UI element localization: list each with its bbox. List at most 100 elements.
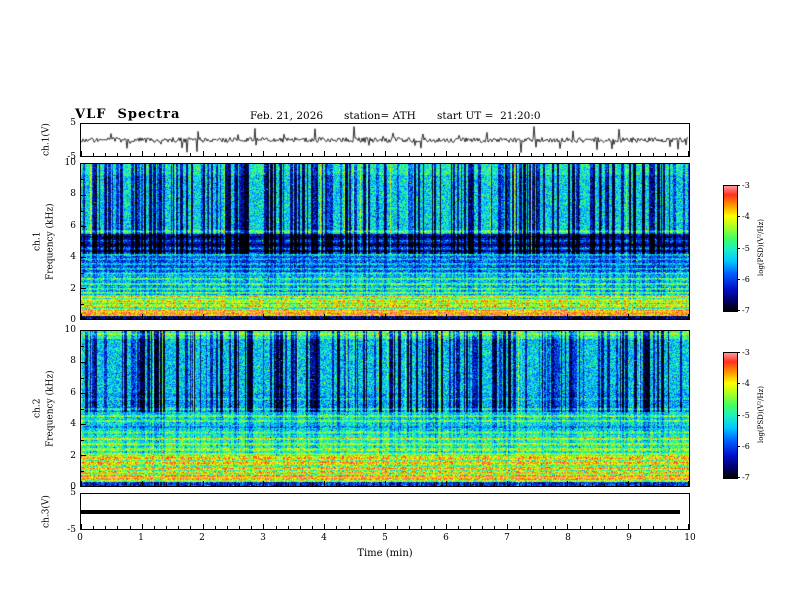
- tick-mark: [239, 483, 240, 486]
- tick-mark: [166, 526, 167, 529]
- plot-title: VLF Spectra: [75, 107, 181, 122]
- tick-mark: [349, 316, 350, 319]
- station-label: station= ATH: [344, 110, 416, 122]
- tick-mark: [640, 316, 641, 319]
- tick-mark: [93, 526, 94, 529]
- x-tick-label: 7: [504, 533, 510, 543]
- tick-mark: [482, 526, 483, 529]
- ch2-frequency-axis-label: Frequency (kHz): [45, 370, 56, 447]
- tick-mark: [361, 153, 362, 156]
- tick-mark: [166, 316, 167, 319]
- tick-mark: [239, 316, 240, 319]
- tick-mark: [142, 151, 143, 156]
- tick-mark: [81, 409, 84, 410]
- tick-mark: [263, 314, 264, 319]
- x-tick-label: 8: [565, 533, 571, 543]
- tick-mark: [215, 483, 216, 486]
- tick-mark: [434, 526, 435, 529]
- colorbar-tick-mark: [737, 477, 740, 478]
- tick-mark: [81, 440, 84, 441]
- tick-mark: [81, 257, 86, 258]
- x-tick-label: 4: [321, 533, 327, 543]
- tick-mark: [288, 316, 289, 319]
- tick-mark: [567, 314, 568, 319]
- ch1-frequency-axis-label: Frequency (kHz): [45, 203, 56, 280]
- tick-mark: [81, 226, 86, 227]
- tick-mark: [604, 483, 605, 486]
- colorbar-tick-label: -3: [742, 348, 750, 357]
- tick-mark: [519, 526, 520, 529]
- tick-mark: [117, 526, 118, 529]
- tick-mark: [312, 316, 313, 319]
- tick-mark: [373, 526, 374, 529]
- tick-mark: [81, 362, 86, 363]
- tick-mark: [130, 153, 131, 156]
- tick-mark: [105, 153, 106, 156]
- tick-mark: [665, 526, 666, 529]
- tick-mark: [604, 316, 605, 319]
- tick-mark: [81, 273, 84, 274]
- x-tick-label: 5: [382, 533, 388, 543]
- tick-mark: [543, 526, 544, 529]
- ch1-spectrogram-panel: [80, 163, 690, 320]
- tick-mark: [628, 481, 629, 486]
- tick-mark: [531, 153, 532, 156]
- tick-mark: [130, 483, 131, 486]
- tick-mark: [190, 526, 191, 529]
- tick-mark: [482, 153, 483, 156]
- ch1-waveform-panel: [80, 123, 690, 157]
- ch3-flat-signal-line: [81, 510, 680, 514]
- tick-mark: [190, 316, 191, 319]
- ch2-frequency-tick-label: 2: [70, 451, 76, 461]
- colorbar-tick-mark: [737, 279, 740, 280]
- tick-mark: [215, 153, 216, 156]
- tick-mark: [81, 211, 84, 212]
- tick-mark: [263, 151, 264, 156]
- tick-mark: [519, 153, 520, 156]
- tick-mark: [324, 314, 325, 319]
- tick-mark: [628, 314, 629, 319]
- tick-mark: [361, 526, 362, 529]
- tick-mark: [276, 316, 277, 319]
- x-tick-label: 0: [77, 533, 83, 543]
- colorbar-tick-label: -5: [742, 244, 750, 253]
- ch1-spectrogram-canvas: [81, 164, 689, 319]
- tick-mark: [507, 524, 508, 529]
- colorbar-tick-mark: [737, 248, 740, 249]
- ch3-waveform-panel: [80, 493, 690, 530]
- tick-mark: [190, 153, 191, 156]
- tick-mark: [178, 483, 179, 486]
- tick-mark: [300, 153, 301, 156]
- tick-mark: [421, 526, 422, 529]
- tick-mark: [397, 483, 398, 486]
- tick-mark: [81, 393, 86, 394]
- tick-mark: [482, 316, 483, 319]
- tick-mark: [288, 526, 289, 529]
- tick-mark: [616, 316, 617, 319]
- tick-mark: [640, 526, 641, 529]
- tick-mark: [446, 314, 447, 319]
- ch2-frequency-tick-label: 6: [70, 388, 76, 398]
- vlf-spectra-page: VLF Spectra Feb. 21, 2026 station= ATH s…: [0, 0, 792, 612]
- tick-mark: [665, 153, 666, 156]
- tick-mark: [215, 526, 216, 529]
- tick-mark: [397, 316, 398, 319]
- tick-mark: [640, 153, 641, 156]
- tick-mark: [276, 153, 277, 156]
- tick-mark: [421, 483, 422, 486]
- tick-mark: [81, 179, 84, 180]
- tick-mark: [251, 483, 252, 486]
- tick-mark: [409, 316, 410, 319]
- tick-mark: [434, 316, 435, 319]
- tick-mark: [215, 316, 216, 319]
- ch3-voltage-axis-label: ch.3(V): [41, 495, 52, 528]
- ch2-frequency-tick-label: 4: [70, 419, 76, 429]
- tick-mark: [81, 304, 84, 305]
- tick-mark: [653, 153, 654, 156]
- colorbar-tick-label: -6: [742, 275, 750, 284]
- tick-mark: [409, 153, 410, 156]
- tick-mark: [592, 483, 593, 486]
- x-tick-label: 1: [138, 533, 144, 543]
- tick-mark: [251, 316, 252, 319]
- tick-mark: [81, 524, 82, 529]
